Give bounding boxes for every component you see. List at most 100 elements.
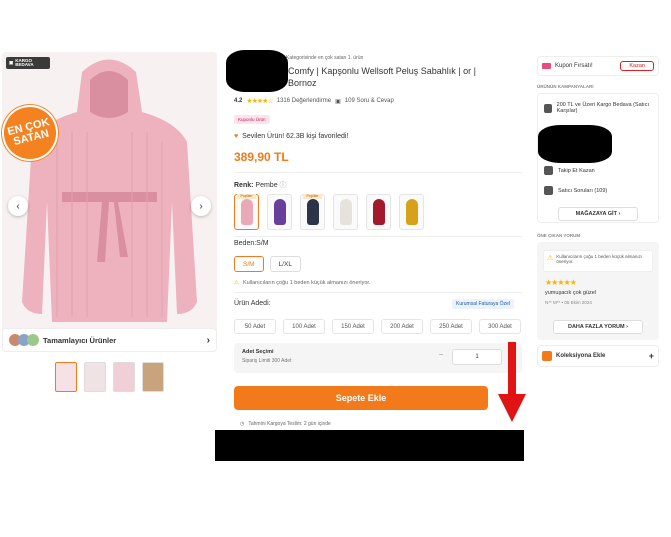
color-swatch[interactable]: Popüler <box>234 194 259 230</box>
plus-icon: + <box>648 351 654 361</box>
product-title: Comfy | Kapşonlu Wellsoft Peluş Sabahlık… <box>288 66 476 88</box>
redacted-area <box>226 50 288 92</box>
add-to-cart-button[interactable]: Sepete Ekle <box>234 386 488 410</box>
size-options: S/M L/XL <box>234 256 301 272</box>
breadcrumb[interactable]: Kategorisinde en çok satan 1. ürün <box>286 55 363 61</box>
robe-swatch-icon <box>339 199 352 225</box>
thumbnail[interactable] <box>84 362 106 392</box>
size-warning-text: Kullanıcıların çoğu 1 beden küçük almanı… <box>242 280 371 286</box>
coupon-text: Kupon Fırsatı! <box>555 63 593 69</box>
cargo-badge-label: KARGO BEDAVA <box>15 57 34 67</box>
quantity-option[interactable]: 200 Adet <box>381 319 423 334</box>
review-note-text: Kullanıcıların çoğu 1 beden küçük almanı… <box>556 254 643 264</box>
more-reviews-label: DAHA FAZLA YORUM <box>567 324 625 330</box>
minus-button[interactable]: − <box>436 350 446 364</box>
quantity-option[interactable]: 300 Adet <box>479 319 521 334</box>
favorite-info: ♥ Sevilen Ürün! 62.3B kişi favoriledi! <box>234 133 348 140</box>
redacted-area <box>538 125 612 163</box>
color-swatch[interactable] <box>333 194 358 230</box>
store-icon <box>544 166 553 175</box>
review-meta: N** M** • 05 Ekim 2024 <box>545 300 592 305</box>
complementary-label: Tamamlayıcı Ürünler <box>43 335 117 345</box>
swatch-tag: Popüler <box>237 194 256 199</box>
follow-row[interactable]: Takip Et Kazan <box>544 166 595 175</box>
product-thumb-icon <box>27 334 39 346</box>
robe-swatch-icon <box>273 199 286 225</box>
heart-icon: ♥ <box>234 133 239 140</box>
quantity-input[interactable]: 1 <box>452 349 502 365</box>
chat-icon <box>544 186 553 195</box>
quantity-option[interactable]: 150 Adet <box>332 319 374 334</box>
store-button-label: MAĞAZAYA GİT <box>575 211 617 217</box>
quantity-option[interactable]: 100 Adet <box>283 319 325 334</box>
camera-icon: ▣ <box>335 98 341 105</box>
review-section: ⚠ Kullanıcıların çoğu 1 beden küçük alma… <box>537 242 659 340</box>
prev-image-button[interactable]: ‹ <box>8 196 28 216</box>
robe-swatch-icon <box>372 199 385 225</box>
coupon-card: Kupon Fırsatı! Kazan <box>537 56 659 76</box>
corporate-badge: Kurumsal Faturaya Özel <box>452 299 514 309</box>
size-option-lxl[interactable]: L/XL <box>269 256 301 272</box>
thumbnail[interactable] <box>142 362 164 392</box>
quantity-option[interactable]: 50 Adet <box>234 319 276 334</box>
color-swatch[interactable]: Popüler <box>300 194 325 230</box>
add-to-collection-button[interactable]: Koleksiyona Ekle + <box>537 345 659 367</box>
size-label: Beden:S/M <box>234 240 269 247</box>
coupon-title: Kupon Fırsatı! <box>542 63 593 69</box>
redacted-bar <box>215 430 524 461</box>
star-rating-icon: ★★★★☆ <box>246 98 273 105</box>
color-value: Pembe <box>255 182 278 189</box>
truck-icon <box>544 103 552 113</box>
seller-questions-row[interactable]: Satıcı Soruları (109) <box>544 186 607 195</box>
truck-icon: ▣ <box>9 59 14 65</box>
review-stars-icon: ★★★★★ <box>545 278 577 287</box>
price: 389,90 TL <box>234 150 289 164</box>
info-icon: ⓘ <box>279 182 287 189</box>
quantity-options: 50 Adet 100 Adet 150 Adet 200 Adet 250 A… <box>234 319 521 334</box>
color-swatch[interactable] <box>399 194 424 230</box>
fav-text: Sevilen Ürün! 62.3B kişi favoriledi! <box>242 133 349 140</box>
color-swatches: Popüler Popüler <box>234 194 424 230</box>
robe-swatch-icon <box>306 199 319 225</box>
red-arrow-annotation <box>498 342 526 422</box>
complementary-products[interactable]: Tamamlayıcı Ürünler › <box>2 328 217 352</box>
quantity-option[interactable]: 250 Adet <box>430 319 472 334</box>
review-text: yumuşacık çok güzel <box>545 290 597 296</box>
next-image-button[interactable]: › <box>191 196 211 216</box>
campaign-text: 200 TL ve Üzeri Kargo Bedava (Satıcı Kar… <box>556 102 649 114</box>
divider <box>234 172 522 173</box>
claim-coupon-button[interactable]: Kazan <box>620 61 654 71</box>
chevron-left-icon: ‹ <box>16 200 20 212</box>
quantity-label: Ürün Adedi: <box>234 300 271 307</box>
review-note-card: ⚠ Kullanıcıların çoğu 1 beden küçük alma… <box>543 250 653 272</box>
campaign-row[interactable]: 200 TL ve Üzeri Kargo Bedava (Satıcı Kar… <box>544 102 654 114</box>
campaigns-header: ÜRÜNÜN KAMPANYALARI <box>537 84 594 89</box>
color-swatch[interactable] <box>366 194 391 230</box>
review-count-link[interactable]: 1316 Değerlendirme <box>277 98 331 104</box>
robe-image <box>2 52 217 352</box>
warning-icon: ⚠ <box>234 280 239 286</box>
more-reviews-button[interactable]: DAHA FAZLA YORUM › <box>553 320 643 334</box>
chevron-right-icon: › <box>206 334 210 346</box>
size-option-sm[interactable]: S/M <box>234 256 264 272</box>
color-label: Renk: <box>234 182 254 189</box>
go-to-store-button[interactable]: MAĞAZAYA GİT › <box>558 207 638 221</box>
clock-icon: ◷ <box>240 421 245 427</box>
follow-text: Takip Et Kazan <box>558 167 595 174</box>
divider <box>234 292 522 293</box>
bookmark-icon <box>542 351 552 361</box>
warning-icon: ⚠ <box>547 255 554 262</box>
coupon-badge: Kuponlu Ürün <box>234 115 270 124</box>
product-image[interactable] <box>2 52 217 352</box>
adet-title: Adet Seçimi <box>242 349 274 355</box>
qa-link[interactable]: 109 Soru & Cevap <box>345 98 394 104</box>
thumbnail[interactable] <box>113 362 135 392</box>
swatch-tag: Popüler <box>303 194 322 199</box>
divider <box>234 236 522 237</box>
color-swatch[interactable] <box>267 194 292 230</box>
rating-value: 4.2 <box>234 98 243 104</box>
thumbnail-strip <box>55 362 164 392</box>
thumbnail[interactable] <box>55 362 77 392</box>
rating-row: 4.2 ★★★★☆ 1316 Değerlendirme ▣ 109 Soru … <box>234 97 394 105</box>
coupon-icon <box>542 63 551 69</box>
